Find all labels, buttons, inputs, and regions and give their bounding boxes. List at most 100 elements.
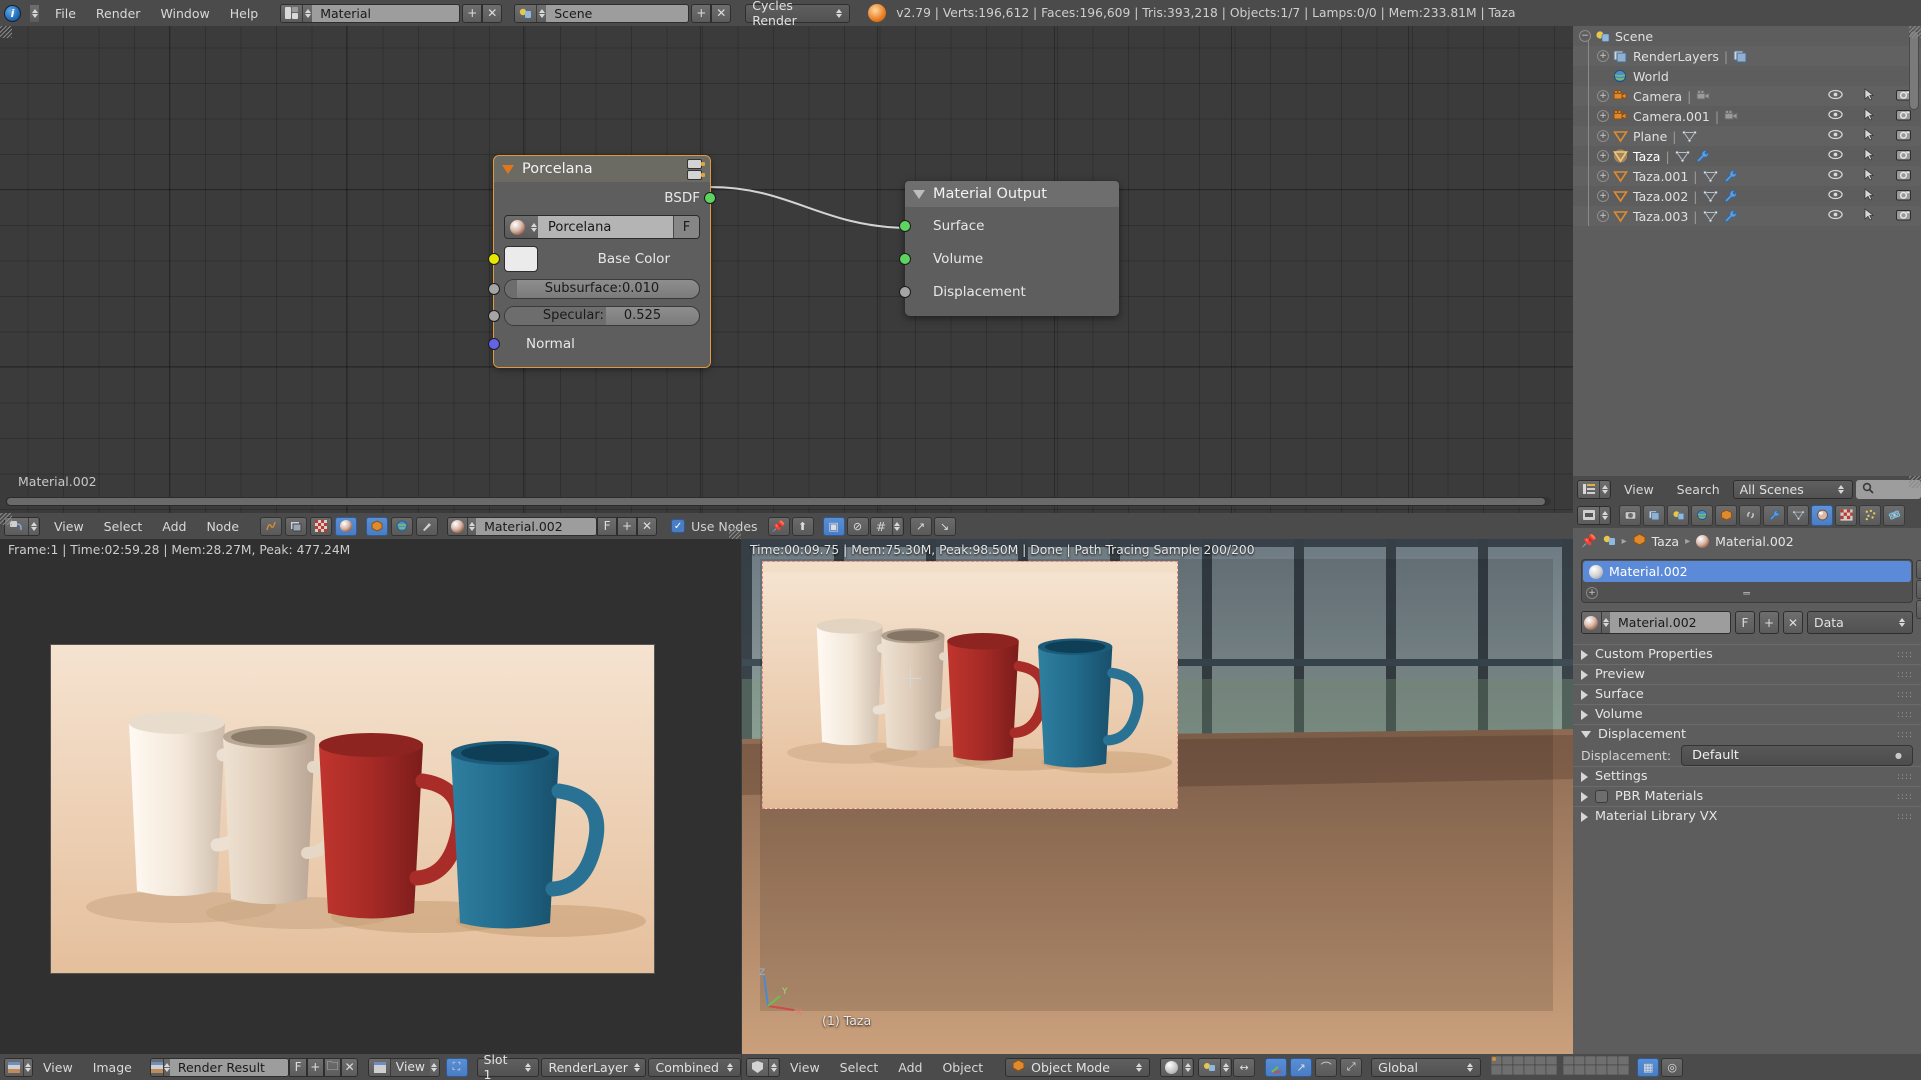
node-menu-node[interactable]: Node (196, 514, 249, 539)
wrench-icon[interactable] (1723, 189, 1738, 203)
pivot-icon[interactable]: ⛶ (445, 1057, 468, 1077)
node-output-bsdf[interactable]: BSDF (494, 184, 716, 211)
triangle-right-icon[interactable] (1581, 791, 1588, 802)
mesh-data-icon[interactable] (1702, 169, 1718, 183)
triangle-right-icon[interactable] (1581, 811, 1588, 822)
socket-normal[interactable] (488, 338, 500, 350)
editor-type-spinner[interactable] (30, 4, 39, 22)
outliner-row-camera-001[interactable]: + Camera.001 | (1573, 106, 1921, 126)
fake-user-button[interactable]: F (673, 216, 699, 238)
node-menu-select[interactable]: Select (94, 514, 153, 539)
screen-layout-selector[interactable]: Material (280, 3, 461, 23)
menu-window[interactable]: Window (150, 1, 219, 26)
outliner-expand-toggle[interactable]: + (1597, 110, 1609, 122)
eye-icon[interactable] (1827, 169, 1843, 183)
arrow-icon[interactable] (1861, 188, 1877, 204)
render-engine-selector[interactable]: Cycles Render (745, 0, 851, 28)
outliner-expand-toggle[interactable]: + (1597, 50, 1609, 62)
outliner-expand-toggle[interactable]: + (1597, 90, 1609, 102)
camera-data-icon[interactable] (1696, 89, 1711, 103)
add-slot-icon[interactable]: + (1586, 587, 1598, 599)
delete-scene-button[interactable]: ✕ (711, 3, 732, 23)
node-input-surface[interactable]: Surface (899, 209, 1119, 242)
eye-icon[interactable] (1827, 89, 1843, 103)
outliner-expand-toggle[interactable]: + (1597, 210, 1609, 222)
add-material-slot-button[interactable]: + (1916, 560, 1921, 579)
scale-manipulator-icon[interactable]: ⤢ (1340, 1057, 1363, 1077)
image-menu-view[interactable]: View (33, 1055, 83, 1080)
node-unlink-material-button[interactable]: ✕ (637, 516, 658, 536)
outliner-menu-search[interactable]: Search (1667, 477, 1730, 502)
panel-grip[interactable]: :::: (1897, 792, 1913, 802)
pin-icon[interactable]: 📌 (767, 516, 790, 536)
copy-out-icon[interactable]: ↗ (909, 516, 932, 536)
properties-tab-data[interactable] (1787, 504, 1809, 526)
view3d-menu-select[interactable]: Select (830, 1055, 889, 1080)
material-link-selector[interactable]: Data (1807, 611, 1913, 634)
scene-selector[interactable]: Scene (514, 3, 690, 23)
material-slot-row[interactable]: Material.002 (1583, 561, 1911, 582)
slot-specials-menu-button[interactable]: ▼ (1916, 600, 1921, 619)
outliner-row-label[interactable]: Plane (1633, 129, 1667, 144)
outliner-row-world[interactable]: World (1573, 66, 1921, 86)
panel-grip[interactable]: :::: (1897, 730, 1913, 740)
node-group-link-icon[interactable] (687, 158, 705, 180)
image-datablock-selector[interactable]: Render Result (149, 1057, 290, 1077)
socket-specular[interactable] (488, 309, 500, 322)
snap-icon[interactable]: # (869, 516, 904, 536)
scene-name[interactable]: Scene (546, 4, 689, 22)
shader-node-editor[interactable]: Porcelana BSDF Porcelana F Base Color Su… (0, 26, 1573, 513)
socket-subsurface[interactable] (488, 282, 500, 295)
outliner-row-camera[interactable]: + Camera | (1573, 86, 1921, 106)
view3d-menu-add[interactable]: Add (888, 1055, 932, 1080)
node-menu-view[interactable]: View (44, 514, 94, 539)
triangle-down-icon[interactable] (1581, 731, 1591, 738)
mesh-data-icon[interactable] (1681, 129, 1697, 143)
viewport-shading-icon[interactable] (1160, 1057, 1195, 1077)
properties-tab-particles[interactable] (1859, 504, 1881, 526)
image-name-field[interactable]: Render Result (169, 1058, 289, 1076)
arrow-icon[interactable] (1861, 208, 1877, 224)
properties-tab-texture[interactable] (1835, 504, 1857, 526)
outliner-display-mode[interactable]: All Scenes (1732, 479, 1853, 499)
remove-material-slot-button[interactable]: − (1916, 580, 1921, 599)
mesh-data-icon[interactable] (1675, 149, 1690, 163)
image-new-button[interactable]: + (306, 1057, 324, 1077)
paste-in-icon[interactable]: ↘ (933, 516, 956, 536)
render-pass-selector[interactable]: Combined (648, 1057, 741, 1077)
panel-header-preview[interactable]: Preview:::: (1573, 664, 1921, 684)
outliner-row-label[interactable]: Taza.001 (1633, 169, 1688, 184)
pin-icon[interactable]: 📌 (1581, 533, 1597, 549)
properties-fake-user-button[interactable]: F (1735, 611, 1755, 634)
material-name-field[interactable]: Porcelana (538, 216, 673, 238)
triangle-down-icon[interactable] (502, 164, 514, 174)
rotate-manipulator-icon[interactable]: ⌒ (1315, 1057, 1338, 1077)
render-layer-selector[interactable]: RenderLayer (541, 1057, 647, 1077)
outliner-row-label[interactable]: Taza (1633, 149, 1660, 164)
interaction-mode-selector[interactable]: Object Mode (1005, 1057, 1151, 1077)
eye-icon[interactable] (1827, 129, 1843, 143)
breadcrumb-material[interactable]: Material.002 (1715, 534, 1794, 549)
panel-enable-checkbox[interactable] (1595, 790, 1608, 803)
panel-grip[interactable]: :::: (1897, 670, 1913, 680)
panel-grip[interactable]: :::: (1897, 812, 1913, 822)
outliner-menu-view[interactable]: View (1614, 477, 1664, 502)
panel-header-material-library-vx[interactable]: Material Library VX:::: (1573, 806, 1921, 826)
camera-render-icon[interactable] (1895, 169, 1911, 184)
node-editor-hscrollbar[interactable] (6, 497, 1551, 506)
3d-view-icon[interactable] (746, 1057, 780, 1077)
outliner-row-taza-001[interactable]: + Taza.001 | (1573, 166, 1921, 186)
outliner-row-scene[interactable]: − Scene (1573, 26, 1921, 46)
outliner-expand-toggle[interactable]: + (1597, 170, 1609, 182)
panel-grip[interactable]: :::: (1897, 690, 1913, 700)
triangle-right-icon[interactable] (1581, 771, 1588, 782)
triangle-right-icon[interactable] (1581, 709, 1588, 720)
properties-tab-object[interactable] (1715, 504, 1737, 526)
add-screen-button[interactable]: + (462, 3, 483, 23)
panel-header-pbr-materials[interactable]: PBR Materials:::: (1573, 786, 1921, 806)
panel-grip[interactable]: :::: (1897, 772, 1913, 782)
specular-slider[interactable]: Specular: 0.525 (504, 305, 700, 326)
eye-icon[interactable] (1827, 109, 1843, 123)
triangle-down-icon[interactable] (913, 189, 925, 199)
socket-surface[interactable] (899, 219, 911, 232)
